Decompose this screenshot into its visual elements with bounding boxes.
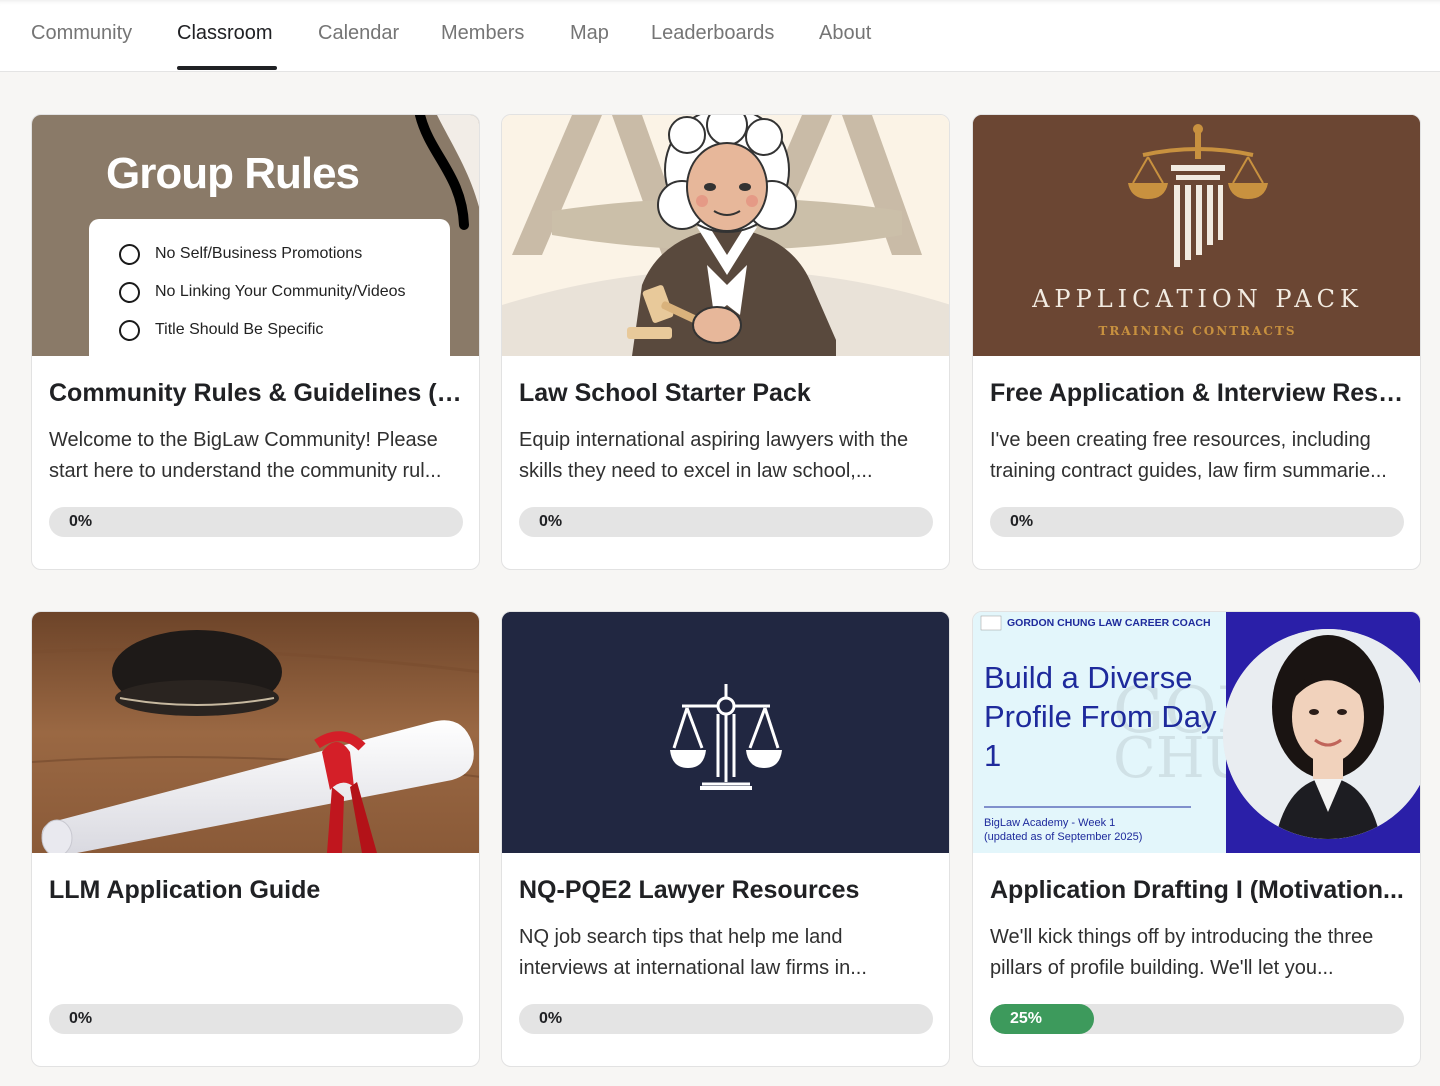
tab-about[interactable]: About (819, 22, 871, 45)
thumbnail-heading: Group Rules (106, 149, 360, 198)
thumbnail-header: GORDON CHUNG LAW CAREER COACH (1007, 617, 1211, 629)
scales-of-justice-icon (502, 612, 949, 853)
course-description: I've been creating free resources, inclu… (990, 429, 1387, 482)
course-progress-bar: 0% (990, 507, 1404, 537)
tab-calendar[interactable]: Calendar (318, 22, 399, 45)
tab-community[interactable]: Community (31, 22, 132, 45)
rule-text: Title Should Be Specific (155, 321, 324, 338)
course-title[interactable]: LLM Application Guide (49, 876, 464, 905)
course-progress-bar: 0% (49, 1004, 463, 1034)
course-thumbnail: Group Rules No Self/Business Promotions … (32, 115, 479, 356)
rule-text: No Self/Business Promotions (155, 245, 363, 262)
rule-item: No Linking Your Community/Videos (119, 280, 406, 304)
course-progress-bar: 25% (990, 1004, 1404, 1034)
progress-label: 0% (69, 513, 93, 530)
tab-map[interactable]: Map (570, 22, 609, 45)
thumbnail-footer-line1: BigLaw Academy - Week 1 (984, 817, 1116, 829)
course-card-free-application-resources[interactable]: APPLICATION PACK TRAINING CONTRACTS Free… (972, 114, 1421, 570)
course-thumbnail (32, 612, 479, 853)
course-title[interactable]: Community Rules & Guidelines (S... (49, 379, 464, 408)
course-description: We'll kick things off by introducing the… (990, 926, 1374, 979)
course-card-community-rules[interactable]: Group Rules No Self/Business Promotions … (31, 114, 480, 570)
scales-pillar-icon (973, 115, 1420, 356)
radio-circle-icon (119, 243, 140, 265)
thumbnail-title: APPLICATION PACK (1032, 285, 1363, 313)
diploma-scroll-icon (32, 612, 479, 853)
course-description: NQ job search tips that help me land int… (519, 926, 867, 979)
course-progress-bar: 0% (49, 507, 463, 537)
rule-text: No Linking Your Community/Videos (155, 283, 406, 300)
rule-item: Title Should Be Specific (119, 318, 323, 342)
course-card-law-school-starter-pack[interactable]: Law School Starter Pack Equip internatio… (501, 114, 950, 570)
judge-illustration-icon (502, 115, 949, 356)
course-title[interactable]: Free Application & Interview Reso... (990, 379, 1405, 408)
progress-label: 0% (539, 1010, 563, 1027)
thumbnail-footer-line2: (updated as of September 2025) (984, 831, 1143, 843)
tab-members[interactable]: Members (441, 22, 524, 45)
rule-item: No Self/Business Promotions (119, 242, 362, 266)
course-thumbnail (502, 115, 949, 356)
course-description: Equip international aspiring lawyers wit… (519, 429, 909, 482)
course-thumbnail: APPLICATION PACK TRAINING CONTRACTS (973, 115, 1420, 356)
thumbnail-subtitle: TRAINING CONTRACTS (1098, 324, 1297, 338)
course-title[interactable]: Law School Starter Pack (519, 379, 934, 408)
active-tab-indicator (177, 66, 277, 70)
progress-label: 25% (1010, 1010, 1043, 1027)
course-description: Welcome to the BigLaw Community! Please … (49, 429, 442, 482)
course-thumbnail (502, 612, 949, 853)
progress-label: 0% (69, 1010, 93, 1027)
thumbnail-title: Build a Diverse Profile From Day 1 (984, 660, 1217, 773)
course-card-llm-application-guide[interactable]: LLM Application Guide 0% (31, 611, 480, 1067)
progress-label: 0% (1010, 513, 1034, 530)
course-title[interactable]: NQ-PQE2 Lawyer Resources (519, 876, 934, 905)
tab-classroom[interactable]: Classroom (177, 22, 273, 45)
top-navigation: Community Classroom Calendar Members Map… (0, 0, 1440, 72)
radio-circle-icon (119, 281, 140, 303)
course-thumbnail: GORD CHUN GORDON CHUNG LAW CAREER COACH … (973, 612, 1420, 853)
progress-label: 0% (539, 513, 563, 530)
course-progress-bar: 0% (519, 1004, 933, 1034)
course-title[interactable]: Application Drafting I (Motivation... (990, 876, 1405, 905)
course-card-nq-pqe2-lawyer-resources[interactable]: NQ-PQE2 Lawyer Resources NQ job search t… (501, 611, 950, 1067)
radio-circle-icon (119, 319, 140, 341)
tab-leaderboards[interactable]: Leaderboards (651, 22, 774, 45)
course-progress-bar: 0% (519, 507, 933, 537)
course-card-application-drafting[interactable]: GORD CHUN GORDON CHUNG LAW CAREER COACH … (972, 611, 1421, 1067)
